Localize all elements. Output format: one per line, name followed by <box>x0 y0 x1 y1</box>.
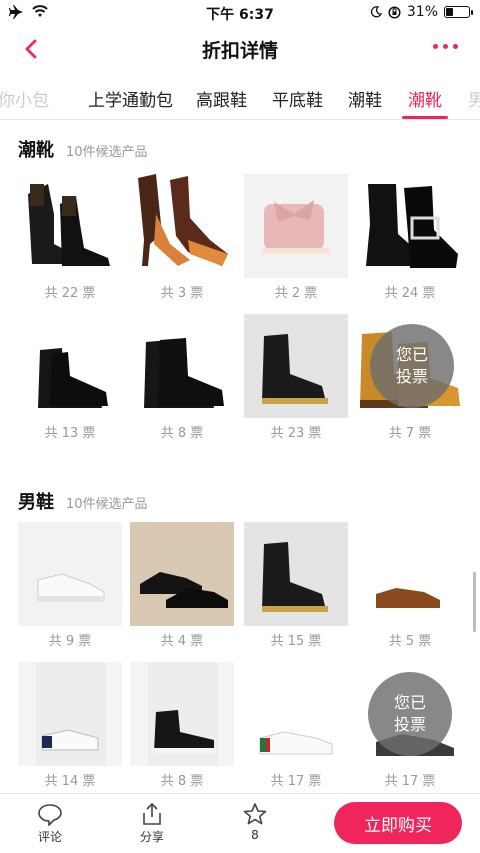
timberland-boot-image: 您已 投票 <box>358 314 462 418</box>
dr-martens-boot-image <box>244 314 348 418</box>
scroll-indicator[interactable] <box>473 572 476 632</box>
vote-count: 共 8 票 <box>160 426 204 441</box>
brown-orange-heeled-boot-image <box>130 174 234 278</box>
product-card[interactable]: 共 13 票 <box>18 314 122 441</box>
voted-badge: 您已 投票 <box>368 672 452 756</box>
moon-icon <box>370 6 382 18</box>
share-icon <box>143 802 161 825</box>
favorite-count: 8 <box>251 828 259 842</box>
vote-count: 共 7 票 <box>388 426 432 441</box>
voted-badge-line1: 您已 <box>393 693 426 712</box>
product-card[interactable]: 共 4 票 <box>130 522 234 649</box>
black-combat-boot-image <box>130 314 234 418</box>
bottom-action-bar: 评论 分享 8 立即购买 <box>0 793 480 853</box>
pink-bow-ugg-boot-image <box>244 174 348 278</box>
comment-icon <box>38 804 62 826</box>
vote-count: 共 17 票 <box>384 774 436 789</box>
product-card[interactable]: 共 9 票 <box>18 522 122 649</box>
star-icon <box>243 803 267 825</box>
white-navy-sneaker-image <box>18 662 122 766</box>
vote-count: 共 17 票 <box>270 774 322 789</box>
product-card[interactable]: 共 8 票 <box>130 662 234 789</box>
vote-count: 共 4 票 <box>160 634 204 649</box>
product-card[interactable]: 您已 投票 共 7 票 <box>358 314 462 441</box>
page-title: 折扣详情 <box>201 40 278 62</box>
voted-badge-line2: 投票 <box>395 367 428 386</box>
product-card[interactable]: 共 2 票 <box>244 174 348 301</box>
gucci-bee-sneaker-image <box>244 662 348 766</box>
vote-count: 共 22 票 <box>44 286 96 301</box>
vote-count: 共 13 票 <box>44 426 96 441</box>
vote-count: 共 23 票 <box>270 426 322 441</box>
battery-icon <box>444 6 473 18</box>
product-card[interactable]: 共 8 票 <box>130 314 234 441</box>
tab-3[interactable]: 平底鞋 <box>272 86 323 111</box>
active-tab-underline <box>402 116 448 119</box>
product-card[interactable]: 共 17 票 <box>244 662 348 789</box>
section-subtitle-mens-shoes: 10件候选产品 <box>66 497 148 512</box>
white-sneaker-image <box>18 522 122 626</box>
status-bar: 下午 6:37 31% <box>0 0 480 26</box>
product-card[interactable]: 共 23 票 <box>244 314 348 441</box>
more-options-icon[interactable] <box>433 44 458 49</box>
dr-martens-boot-image <box>244 522 348 626</box>
product-card[interactable]: 共 14 票 <box>18 662 122 789</box>
status-right: 31% <box>370 4 473 20</box>
tab-0[interactable]: 你小包 <box>0 86 49 111</box>
vote-count: 共 2 票 <box>274 286 318 301</box>
share-label: 分享 <box>139 830 164 844</box>
battery-fill <box>446 8 454 16</box>
product-card[interactable]: 共 24 票 <box>358 174 462 301</box>
share-button[interactable]: 分享 <box>122 802 182 845</box>
buy-now-button[interactable]: 立即购买 <box>334 802 462 844</box>
vote-count: 共 15 票 <box>270 634 322 649</box>
product-card[interactable]: 共 5 票 <box>358 522 462 649</box>
product-card[interactable]: 共 22 票 <box>18 174 122 301</box>
voted-badge-line2: 投票 <box>393 715 426 734</box>
favorite-button[interactable]: 8 <box>225 802 285 842</box>
black-high-top-image <box>130 662 234 766</box>
vote-count: 共 3 票 <box>160 286 204 301</box>
section-title-mens-shoes: 男鞋 <box>18 492 54 513</box>
product-card[interactable]: 共 3 票 <box>130 174 234 301</box>
vote-count: 共 14 票 <box>44 774 96 789</box>
section-title-boots: 潮靴 <box>18 140 54 161</box>
black-chelsea-boot-image <box>18 314 122 418</box>
vote-count: 共 9 票 <box>48 634 92 649</box>
section-subtitle-boots: 10件候选产品 <box>66 145 148 160</box>
nav-bar: 折扣详情 <box>0 26 480 72</box>
product-card[interactable]: 共 15 票 <box>244 522 348 649</box>
category-tabs: 你小包 上学通勤包 高跟鞋 平底鞋 潮鞋 潮靴 男 <box>0 76 480 120</box>
orientation-lock-icon <box>388 5 401 19</box>
grey-knit-sneaker-image: 您已 投票 <box>358 662 462 766</box>
tab-1[interactable]: 上学通勤包 <box>88 86 173 111</box>
comment-label: 评论 <box>37 830 62 844</box>
product-card[interactable]: 您已 投票 共 17 票 <box>358 662 462 789</box>
vote-count: 共 24 票 <box>384 286 436 301</box>
tab-2[interactable]: 高跟鞋 <box>196 86 247 111</box>
voted-badge-line1: 您已 <box>395 345 428 364</box>
battery-percent: 31% <box>406 4 438 20</box>
vote-count: 共 5 票 <box>388 634 432 649</box>
vote-count: 共 8 票 <box>160 774 204 789</box>
comment-button[interactable]: 评论 <box>20 802 80 845</box>
black-lace-up-boot-image <box>18 174 122 278</box>
tab-6[interactable]: 男 <box>468 86 480 111</box>
black-patent-buckle-boot-image <box>358 174 462 278</box>
black-brogue-image <box>130 522 234 626</box>
tab-4[interactable]: 潮鞋 <box>348 86 382 111</box>
brown-oxford-image <box>358 522 462 626</box>
voted-badge: 您已 投票 <box>370 324 454 408</box>
tab-5-active[interactable]: 潮靴 <box>408 86 442 111</box>
